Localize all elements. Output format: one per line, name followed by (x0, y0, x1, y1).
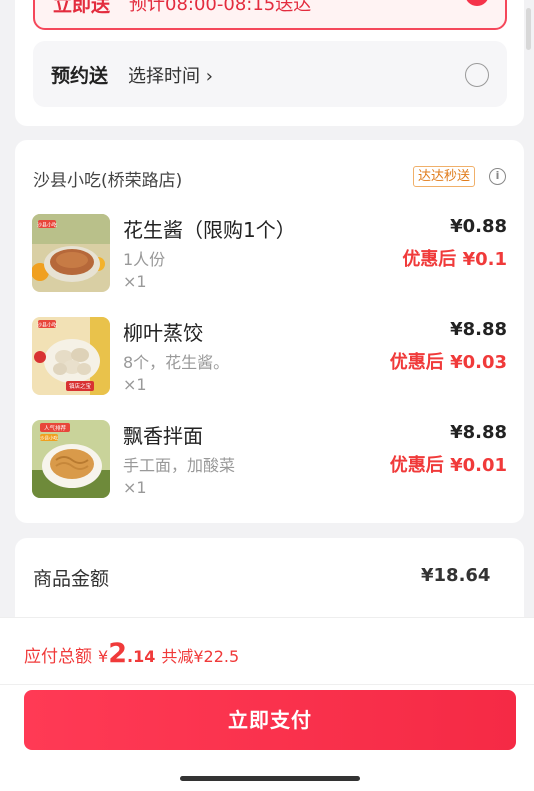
item-name: 飘香拌面 (123, 424, 203, 448)
item-price: ¥8.88 (450, 319, 507, 340)
list-item[interactable]: 沙县小吃 镇店之宝 柳叶蒸饺 8个，花生酱。 ×1 ¥8.88 优惠后 ¥0.0… (32, 317, 507, 397)
scroll-indicator (526, 8, 531, 50)
goods-amount-label: 商品金额 (33, 568, 110, 590)
checkout-bar: 应付总额 ¥2.14 共减¥22.5 立即支付 (0, 617, 534, 791)
product-image-steamed-dumplings: 沙县小吃 镇店之宝 (32, 317, 110, 395)
product-image-peanut-sauce: 沙县小吃 (32, 214, 110, 292)
thumb-badge: 沙县小吃 (40, 435, 58, 442)
total-saved: 共减¥22.5 (161, 647, 240, 666)
item-desc: 1人份 (123, 250, 166, 269)
item-discounted-price: 优惠后 ¥0.01 (389, 455, 507, 476)
total-label: 应付总额 (24, 647, 92, 667)
item-qty: ×1 (123, 375, 147, 394)
goods-amount-value: ¥18.64 (421, 565, 491, 586)
schedule-delivery-option[interactable]: 预约送 选择时间 › (33, 41, 507, 107)
item-name: 花生酱（限购1个） (123, 218, 296, 242)
thumb-badge: 人气排荐 (44, 424, 67, 432)
item-price: ¥8.88 (450, 422, 507, 443)
store-order-card: 沙县小吃(桥荣路店) 达达秒送 i 沙县小吃 花生酱（限购1个） 1人份 ×1 … (15, 140, 524, 523)
radio-icon[interactable] (465, 63, 489, 87)
thumb-badge: 镇店之宝 (69, 382, 92, 390)
home-indicator[interactable] (180, 776, 360, 781)
schedule-title: 预约送 (51, 65, 109, 87)
list-item[interactable]: 沙县小吃 花生酱（限购1个） 1人份 ×1 ¥0.88 优惠后 ¥0.1 (32, 214, 507, 294)
item-price: ¥0.88 (450, 216, 507, 237)
item-qty: ×1 (123, 272, 147, 291)
currency-symbol: ¥ (98, 647, 109, 666)
item-name: 柳叶蒸饺 (123, 321, 203, 345)
delivery-options-card: 立即送 预计08:00-08:15送达 ✓ 预约送 选择时间 › (15, 0, 524, 126)
item-discounted-price: 优惠后 ¥0.03 (389, 352, 507, 373)
total-integer: 2 (108, 638, 127, 669)
product-image-noodles: 人气排荐 沙县小吃 (32, 420, 110, 498)
delivery-badge: 达达秒送 (413, 166, 476, 187)
check-icon: ✓ (465, 0, 489, 6)
pay-now-button[interactable]: 立即支付 (24, 690, 516, 750)
info-icon[interactable]: i (489, 168, 506, 185)
list-item[interactable]: 人气排荐 沙县小吃 飘香拌面 手工面，加酸菜 ×1 ¥8.88 优惠后 ¥0.0… (32, 420, 507, 500)
deliver-now-eta: 预计08:00-08:15送达 (129, 0, 312, 15)
divider (0, 684, 534, 685)
store-name: 沙县小吃(桥荣路店) (33, 171, 183, 191)
thumb-badge: 沙县小吃 (37, 222, 57, 229)
total-row: 应付总额 ¥2.14 共减¥22.5 (24, 638, 239, 669)
item-desc: 8个，花生酱。 (123, 353, 230, 372)
item-qty: ×1 (123, 478, 147, 497)
total-decimal: .14 (126, 647, 156, 666)
thumb-badge: 沙县小吃 (37, 322, 57, 329)
deliver-now-title: 立即送 (53, 0, 111, 16)
item-desc: 手工面，加酸菜 (123, 456, 236, 475)
deliver-now-option[interactable]: 立即送 预计08:00-08:15送达 ✓ (33, 0, 507, 30)
select-time-link[interactable]: 选择时间 › (128, 62, 213, 88)
item-discounted-price: 优惠后 ¥0.1 (402, 249, 507, 270)
